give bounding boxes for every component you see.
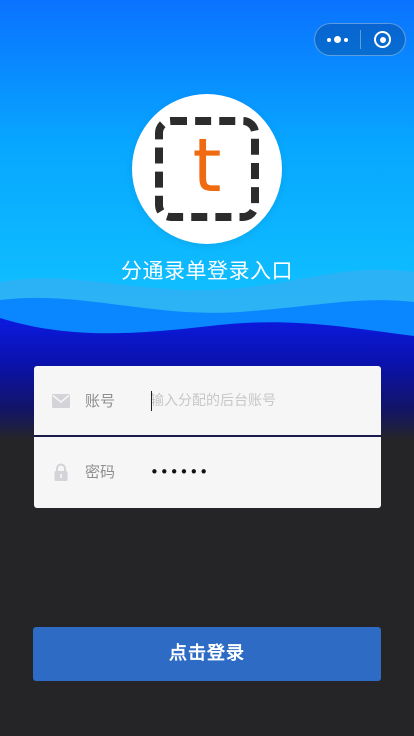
lock-icon bbox=[54, 463, 68, 481]
close-button[interactable] bbox=[360, 23, 405, 56]
target-circle-icon bbox=[374, 31, 392, 48]
logo-letter: t bbox=[192, 123, 222, 209]
login-form: 账号 密码 •••••• bbox=[34, 366, 381, 508]
login-button[interactable]: 点击登录 bbox=[33, 627, 381, 681]
app-logo: t bbox=[132, 94, 282, 244]
mini-program-capsule bbox=[314, 23, 406, 56]
account-label: 账号 bbox=[85, 392, 116, 410]
password-row: 密码 •••••• bbox=[34, 437, 381, 507]
page-title: 分通录单登录入口 bbox=[121, 259, 293, 283]
mail-icon bbox=[52, 394, 70, 408]
more-button[interactable] bbox=[315, 23, 360, 56]
password-input[interactable]: •••••• bbox=[150, 459, 209, 485]
more-dots-icon bbox=[326, 36, 348, 43]
account-row: 账号 bbox=[34, 366, 381, 436]
password-label: 密码 bbox=[85, 463, 116, 481]
account-input[interactable] bbox=[150, 388, 370, 414]
text-caret bbox=[151, 391, 152, 411]
